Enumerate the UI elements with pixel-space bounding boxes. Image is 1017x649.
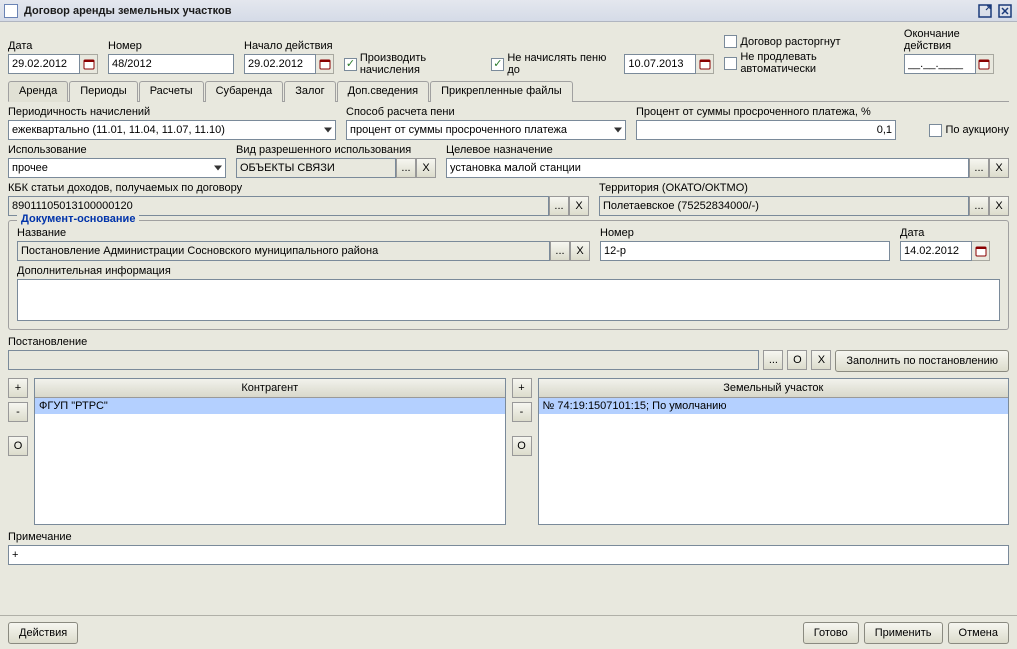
startdate-label: Начало действия: [244, 40, 334, 52]
maximize-icon[interactable]: [977, 3, 993, 19]
close-icon[interactable]: [997, 3, 1013, 19]
doc-basis-number-label: Номер: [600, 227, 890, 239]
target-purpose-label: Целевое назначение: [446, 144, 1009, 156]
date-field[interactable]: [8, 54, 80, 74]
landplot-open-button[interactable]: O: [512, 436, 532, 456]
territory-label: Территория (ОКАТО/ОКТМО): [599, 182, 1009, 194]
permitted-use-label: Вид разрешенного использования: [236, 144, 436, 156]
percent-label: Процент от суммы просроченного платежа, …: [636, 106, 896, 118]
landplot-table: Земельный участок № 74:19:1507101:15; По…: [538, 378, 1010, 525]
note-label: Примечание: [8, 531, 1009, 543]
extra-info-field[interactable]: [17, 279, 1000, 321]
territory-clear-button[interactable]: X: [989, 196, 1009, 216]
counterparty-table: Контрагент ФГУП "РТРС": [34, 378, 506, 525]
landplot-remove-button[interactable]: -: [512, 402, 532, 422]
calendar-icon[interactable]: [976, 54, 994, 74]
doc-basis-date-field[interactable]: [900, 241, 972, 261]
tabs: Аренда Периоды Расчеты Субаренда Залог Д…: [8, 80, 1009, 102]
target-purpose-clear-button[interactable]: X: [989, 158, 1009, 178]
doc-basis-name-label: Название: [17, 227, 590, 239]
enddate-label: Окончание действия: [904, 28, 1009, 52]
tab-rent[interactable]: Аренда: [8, 81, 68, 102]
by-auction-checkbox[interactable]: [929, 124, 942, 137]
cancel-button[interactable]: Отмена: [948, 622, 1009, 644]
window-title: Договор аренды земельных участков: [24, 5, 973, 17]
landplot-add-button[interactable]: +: [512, 378, 532, 398]
territory-field[interactable]: [599, 196, 969, 216]
tab-pledge[interactable]: Залог: [284, 81, 335, 102]
use-label: Использование: [8, 144, 226, 156]
penalty-method-select[interactable]: процент от суммы просроченного платежа: [346, 120, 626, 140]
permitted-use-lookup-button[interactable]: ...: [396, 158, 416, 178]
calendar-icon[interactable]: [972, 241, 990, 261]
permitted-use-clear-button[interactable]: X: [416, 158, 436, 178]
resolution-open-button[interactable]: O: [787, 350, 807, 370]
no-penalty-until-checkbox[interactable]: [491, 58, 504, 71]
no-penalty-until-label: Не начислять пеню до: [507, 52, 620, 76]
penalty-method-label: Способ расчета пени: [346, 106, 626, 118]
doc-basis-name-field[interactable]: [17, 241, 550, 261]
apply-button[interactable]: Применить: [864, 622, 943, 644]
contract-terminated-label: Договор расторгнут: [740, 36, 840, 48]
calendar-icon[interactable]: [316, 54, 334, 74]
table-row[interactable]: ФГУП "РТРС": [35, 398, 505, 414]
startdate-field[interactable]: [244, 54, 316, 74]
no-auto-extend-checkbox[interactable]: [724, 57, 737, 70]
use-select[interactable]: прочее: [8, 158, 226, 178]
number-field[interactable]: [108, 54, 234, 74]
resolution-clear-button[interactable]: X: [811, 350, 831, 370]
table-row[interactable]: № 74:19:1507101:15; По умолчанию: [539, 398, 1009, 414]
produce-accruals-checkbox[interactable]: [344, 58, 357, 71]
periodicity-label: Периодичность начислений: [8, 106, 336, 118]
doc-basis-date-label: Дата: [900, 227, 1000, 239]
territory-lookup-button[interactable]: ...: [969, 196, 989, 216]
doc-basis-number-field[interactable]: [600, 241, 890, 261]
enddate-field[interactable]: [904, 54, 976, 74]
counterparty-open-button[interactable]: O: [8, 436, 28, 456]
extra-info-label: Дополнительная информация: [17, 265, 1000, 277]
no-auto-extend-label: Не продлевать автоматически: [740, 51, 894, 75]
target-purpose-lookup-button[interactable]: ...: [969, 158, 989, 178]
app-icon: [4, 4, 18, 18]
kbk-label: КБК статьи доходов, получаемых по догово…: [8, 182, 589, 194]
doc-basis-name-clear-button[interactable]: X: [570, 241, 590, 261]
counterparty-header[interactable]: Контрагент: [35, 379, 505, 398]
landplot-header[interactable]: Земельный участок: [539, 379, 1009, 398]
resolution-lookup-button[interactable]: ...: [763, 350, 783, 370]
note-field[interactable]: [8, 545, 1009, 565]
counterparty-add-button[interactable]: +: [8, 378, 28, 398]
calendar-icon[interactable]: [696, 54, 714, 74]
no-penalty-until-field[interactable]: [624, 54, 696, 74]
periodicity-select[interactable]: ежеквартально (11.01, 11.04, 11.07, 11.1…: [8, 120, 336, 140]
produce-accruals-label: Производить начисления: [360, 52, 488, 76]
tab-extradata[interactable]: Доп.сведения: [337, 81, 430, 102]
kbk-lookup-button[interactable]: ...: [549, 196, 569, 216]
fill-by-resolution-button[interactable]: Заполнить по постановлению: [835, 350, 1009, 372]
permitted-use-field[interactable]: [236, 158, 396, 178]
tab-sublease[interactable]: Субаренда: [205, 81, 284, 102]
doc-basis-fieldset: Документ-основание Название ... X Номер …: [8, 220, 1009, 330]
date-label: Дата: [8, 40, 98, 52]
number-label: Номер: [108, 40, 234, 52]
by-auction-label: По аукциону: [945, 124, 1009, 136]
percent-field[interactable]: [636, 120, 896, 140]
contract-terminated-checkbox[interactable]: [724, 35, 737, 48]
doc-basis-name-lookup-button[interactable]: ...: [550, 241, 570, 261]
actions-button[interactable]: Действия: [8, 622, 78, 644]
resolution-label: Постановление: [8, 336, 1009, 348]
done-button[interactable]: Готово: [803, 622, 859, 644]
tab-attachments[interactable]: Прикрепленные файлы: [430, 81, 573, 102]
resolution-field[interactable]: [8, 350, 759, 370]
calendar-icon[interactable]: [80, 54, 98, 74]
tab-periods[interactable]: Периоды: [69, 81, 138, 102]
tab-calculations[interactable]: Расчеты: [139, 81, 204, 102]
doc-basis-legend: Документ-основание: [17, 213, 139, 225]
counterparty-remove-button[interactable]: -: [8, 402, 28, 422]
kbk-clear-button[interactable]: X: [569, 196, 589, 216]
target-purpose-field[interactable]: [446, 158, 969, 178]
